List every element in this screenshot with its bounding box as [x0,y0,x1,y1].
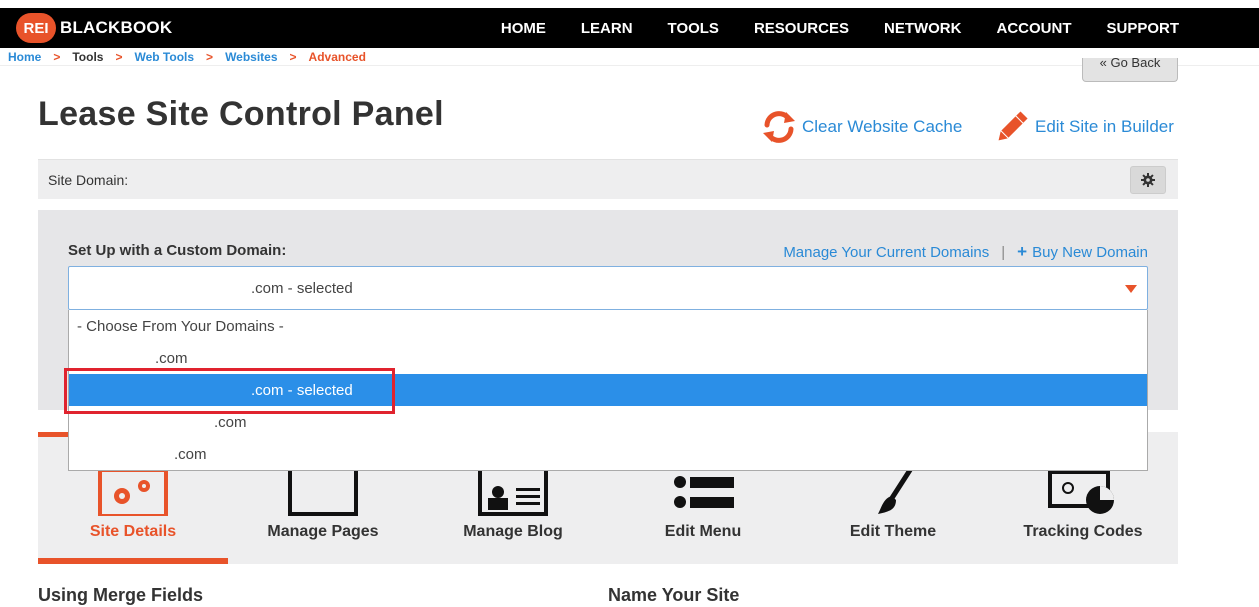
analytics-icon [1048,470,1114,514]
tab-edit-theme[interactable]: Edit Theme [798,470,988,564]
tab-edit-menu[interactable]: Edit Menu [608,470,798,564]
nav-account[interactable]: ACCOUNT [996,20,1071,37]
active-tab-underline [38,558,228,564]
option-label: - Choose From Your Domains - [77,318,284,335]
domain-dropdown-list: - Choose From Your Domains - .com .com -… [68,310,1148,471]
edit-builder-label: Edit Site in Builder [1035,117,1174,136]
breadcrumb-separator: > [289,50,297,64]
dropdown-option-selected[interactable]: .com - selected [69,374,1147,406]
plus-icon: + [1017,242,1028,261]
logo-badge: REI [16,13,56,43]
select-value: .com - selected [251,280,353,297]
tab-label: Edit Theme [849,523,937,540]
site-domain-bar: Site Domain: [38,159,1178,199]
gear-icon [1141,173,1155,187]
tab-label: Manage Blog [463,523,563,540]
tab-label: Site Details [89,523,177,540]
nav-learn[interactable]: LEARN [581,20,633,37]
breadcrumb-advanced: Advanced [308,50,366,64]
logo-text: BLACKBOOK [60,18,173,37]
nav-resources[interactable]: RESOURCES [754,20,849,37]
dropdown-option[interactable]: .com [69,438,1147,470]
breadcrumb-tools: Tools [72,50,104,64]
dropdown-option[interactable]: .com [69,406,1147,438]
clear-cache-label: Clear Website Cache [802,117,963,136]
link-separator: | [1001,243,1006,261]
pencil-icon [998,111,1028,141]
tab-site-details[interactable]: Site Details [38,470,228,564]
go-back-button[interactable]: « Go Back [1082,58,1178,82]
manage-domains-link[interactable]: Manage Your Current Domains [783,244,989,261]
option-label: .com [155,350,188,367]
tab-tracking-codes[interactable]: Tracking Codes [988,470,1178,564]
breadcrumb-separator: > [115,50,123,64]
page-icon [288,470,358,516]
site-logo[interactable]: REI BLACKBOOK [16,13,172,43]
breadcrumb-web-tools[interactable]: Web Tools [134,50,194,64]
list-icon [674,476,734,508]
gears-icon [98,470,168,516]
name-site-heading: Name Your Site [608,585,740,605]
clear-cache-button[interactable]: Clear Website Cache [760,108,962,146]
page-title: Lease Site Control Panel [38,95,444,133]
dropdown-option[interactable]: - Choose From Your Domains - [69,310,1147,342]
breadcrumb: Home > Tools > Web Tools > Websites > Ad… [8,49,366,65]
buy-domain-link[interactable]: Buy New Domain [1032,244,1148,261]
option-label: .com [174,446,207,463]
breadcrumb-home[interactable]: Home [8,50,41,64]
breadcrumb-websites[interactable]: Websites [225,50,277,64]
nav-home[interactable]: HOME [501,20,546,37]
tab-accent-line [38,432,68,437]
nav-network[interactable]: NETWORK [884,20,962,37]
breadcrumb-separator: > [53,50,61,64]
option-label: .com [214,414,247,431]
option-label: .com - selected [251,382,353,399]
nav-support[interactable]: SUPPORT [1106,20,1179,37]
tab-label: Edit Menu [664,523,742,540]
edit-builder-button[interactable]: Edit Site in Builder [993,108,1174,146]
refresh-icon [763,111,795,143]
tab-label: Manage Pages [267,523,379,540]
settings-button[interactable] [1130,166,1166,194]
paintbrush-icon [878,470,913,514]
divider [0,65,1259,66]
main-nav: HOME LEARN TOOLS RESOURCES NETWORK ACCOU… [466,8,1179,48]
site-domain-label: Site Domain: [48,172,129,188]
chevron-down-icon [1125,285,1137,293]
dropdown-option[interactable]: .com [69,342,1147,374]
tab-label: Tracking Codes [1023,523,1143,540]
breadcrumb-separator: > [206,50,214,64]
blog-icon [478,470,548,516]
merge-fields-heading: Using Merge Fields [38,585,204,605]
top-navbar: REI BLACKBOOK HOME LEARN TOOLS RESOURCES… [0,8,1259,48]
custom-domain-links: Manage Your Current Domains | + Buy New … [783,242,1148,262]
custom-domain-select[interactable]: .com - selected [68,266,1148,310]
nav-tools[interactable]: TOOLS [668,20,719,37]
tab-manage-pages[interactable]: Manage Pages [228,470,418,564]
custom-domain-label: Set Up with a Custom Domain: [68,242,287,259]
tab-manage-blog[interactable]: Manage Blog [418,470,608,564]
